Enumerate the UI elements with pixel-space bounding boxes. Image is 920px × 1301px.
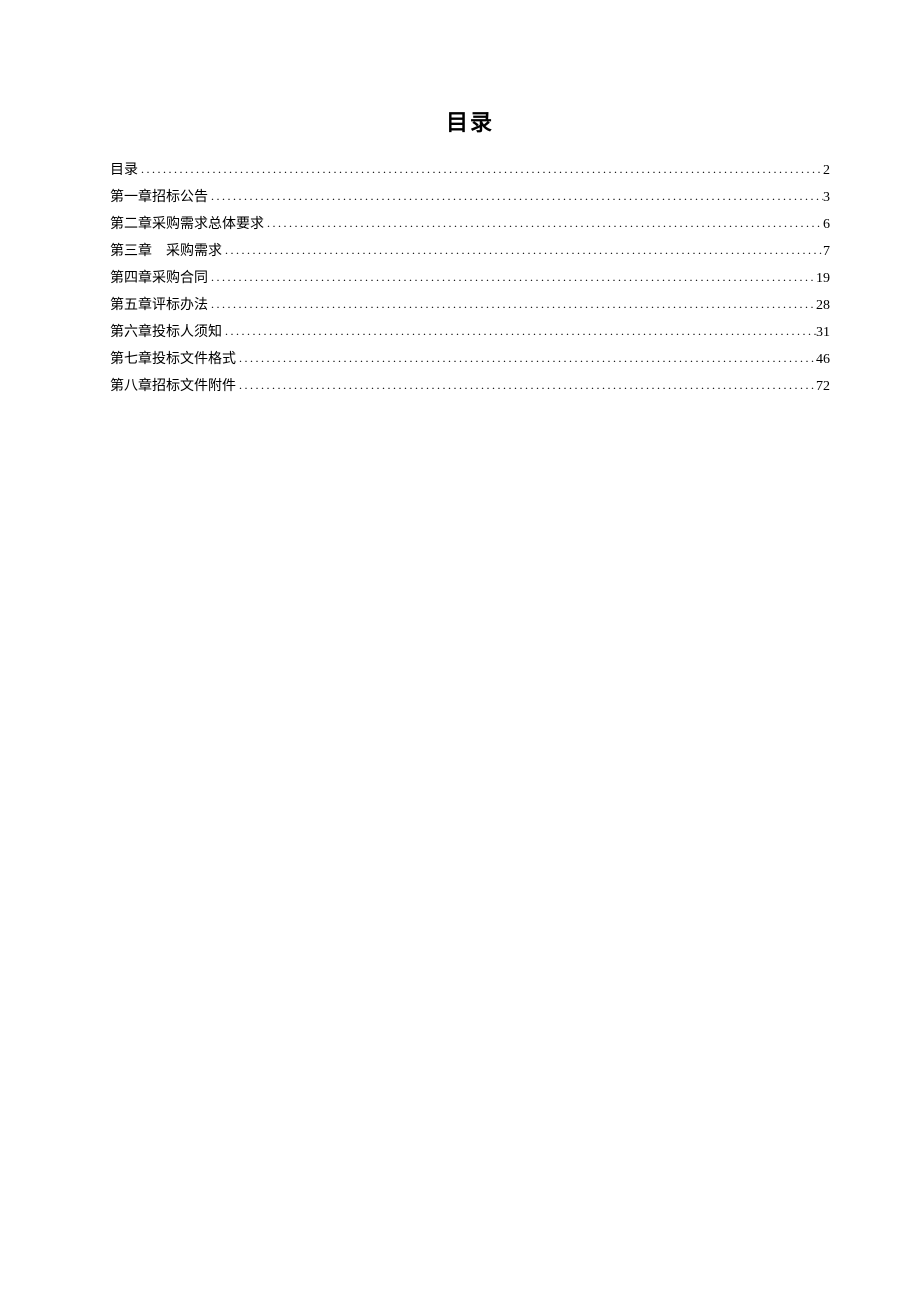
toc-leader-dots [138,156,823,183]
toc-leader-dots [208,183,823,210]
toc-label: 第六章投标人须知 [110,319,222,346]
toc-page-number: 72 [816,373,830,400]
toc-page-number: 19 [816,265,830,292]
toc-page-number: 6 [823,211,830,238]
toc-page-number: 7 [823,238,830,265]
toc-label: 目录 [110,157,138,184]
toc-label: 第八章招标文件附件 [110,373,236,400]
toc-entry: 第五章评标办法 28 [110,292,830,319]
toc-page-number: 46 [816,346,830,373]
toc-page-number: 28 [816,292,830,319]
toc-leader-dots [236,372,816,399]
toc-page-number: 2 [823,157,830,184]
table-of-contents: 目录 2 第一章招标公告 3 第二章采购需求总体要求 6 第三章 采购需求 7 … [110,157,830,400]
toc-entry: 第四章采购合同 19 [110,265,830,292]
toc-leader-dots [264,210,823,237]
toc-label: 第一章招标公告 [110,184,208,211]
toc-leader-dots [208,291,816,318]
toc-entry: 第一章招标公告 3 [110,184,830,211]
toc-entry: 第八章招标文件附件 72 [110,373,830,400]
toc-page-number: 3 [823,184,830,211]
toc-label: 第七章投标文件格式 [110,346,236,373]
toc-label: 第四章采购合同 [110,265,208,292]
toc-leader-dots [222,237,823,264]
toc-entry: 第七章投标文件格式 46 [110,346,830,373]
toc-label: 第三章 采购需求 [110,238,222,265]
toc-leader-dots [236,345,816,372]
toc-entry: 第六章投标人须知 31 [110,319,830,346]
toc-label: 第二章采购需求总体要求 [110,211,264,238]
document-page: 目录 目录 2 第一章招标公告 3 第二章采购需求总体要求 6 第三章 采购需求… [0,0,920,400]
toc-entry: 目录 2 [110,157,830,184]
toc-entry: 第三章 采购需求 7 [110,238,830,265]
toc-entry: 第二章采购需求总体要求 6 [110,211,830,238]
page-title: 目录 [110,105,830,137]
toc-leader-dots [222,318,816,345]
toc-label: 第五章评标办法 [110,292,208,319]
toc-leader-dots [208,264,816,291]
toc-page-number: 31 [816,319,830,346]
